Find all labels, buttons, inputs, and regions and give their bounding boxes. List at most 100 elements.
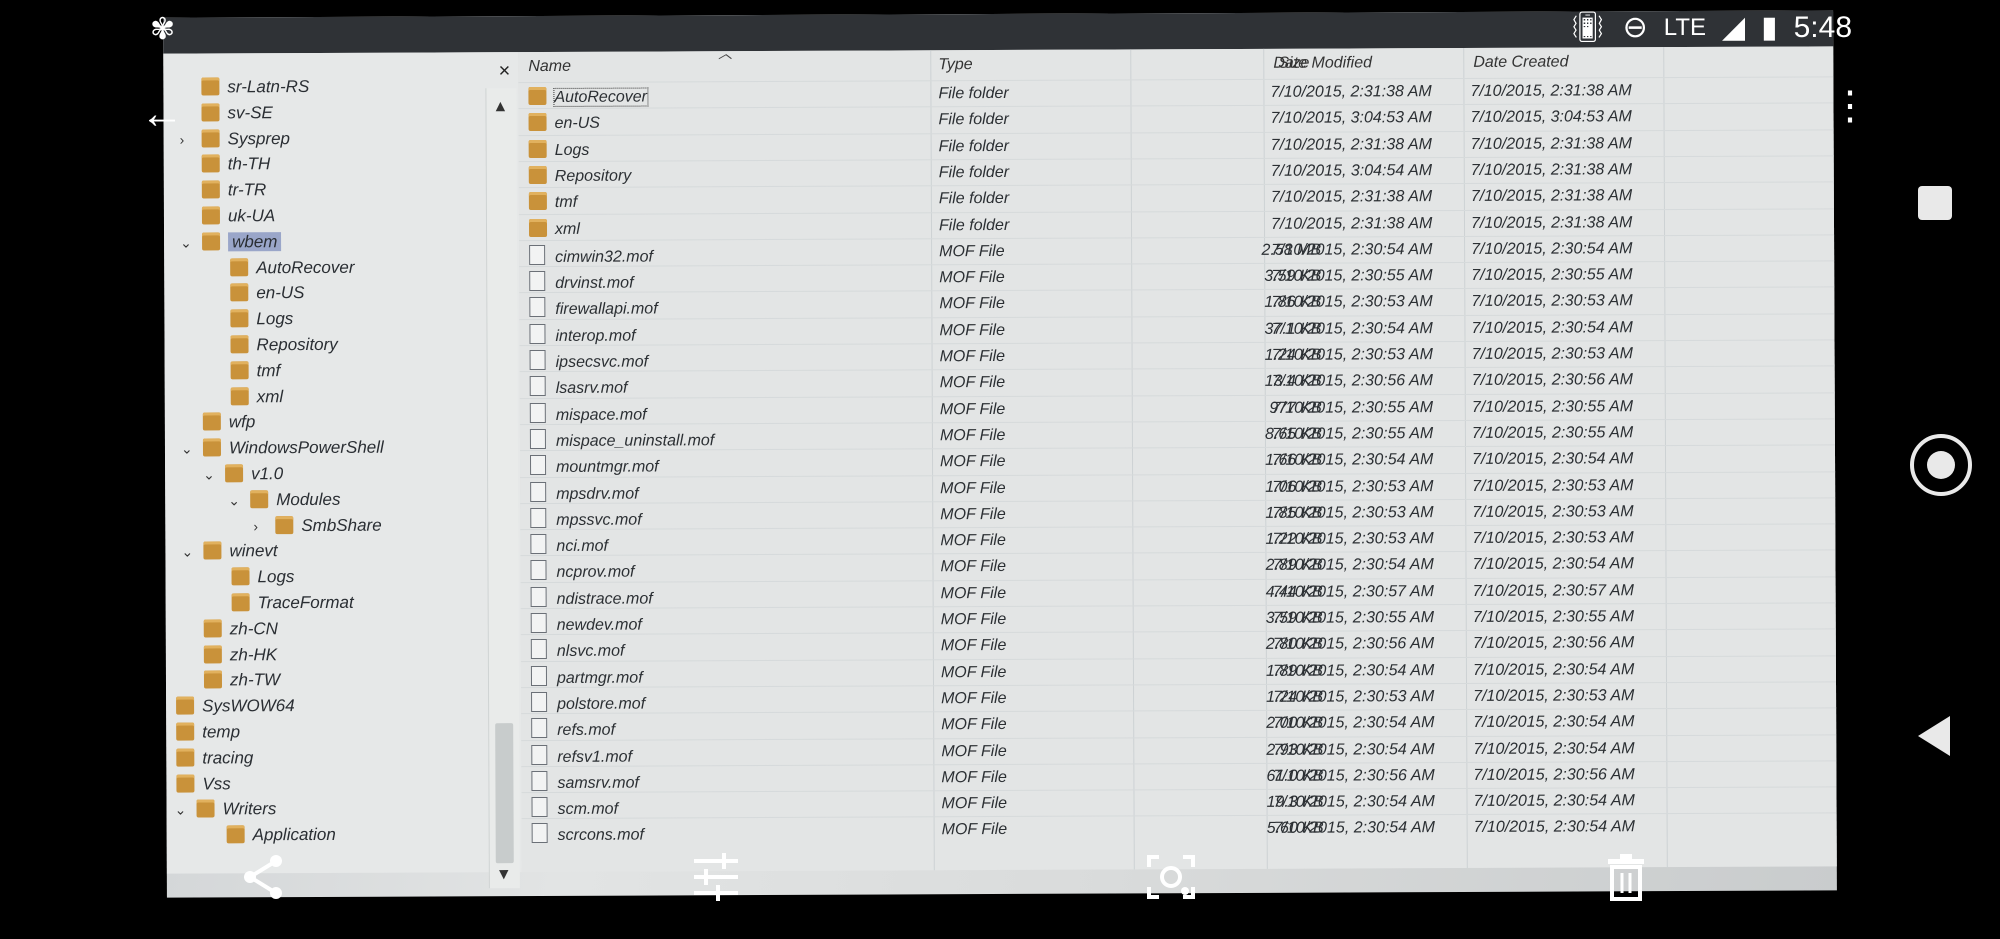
tune-icon[interactable] xyxy=(688,849,744,905)
file-name: partmgr.mof xyxy=(556,669,643,687)
date-modified-cell: 7/10/2015, 2:30:53 AM xyxy=(1271,346,1433,364)
close-icon[interactable]: × xyxy=(499,60,511,83)
tree-node[interactable]: zh-CN xyxy=(203,617,278,641)
share-icon[interactable] xyxy=(236,849,292,905)
arrow-left-icon[interactable]: ← xyxy=(140,92,184,136)
tree-node[interactable]: uk-UA xyxy=(201,204,275,228)
tree-node-label: zh-TW xyxy=(229,670,281,690)
chevron-right-icon[interactable]: › xyxy=(253,518,258,534)
dnd-icon: ⊖ xyxy=(1622,11,1648,44)
file-name-cell: refs.mof xyxy=(531,718,615,740)
scroll-up-icon[interactable]: ▲ xyxy=(492,98,508,116)
tree-node-label: zh-HK xyxy=(229,644,278,664)
tree-node[interactable]: Vss xyxy=(176,772,231,796)
folder-icon xyxy=(202,232,221,251)
tree-node[interactable]: tr-TR xyxy=(201,178,267,202)
file-name: ncprov.mof xyxy=(556,563,635,582)
tree-node-label: v1.0 xyxy=(251,464,284,484)
file-type-cell: MOF File xyxy=(940,479,1006,497)
folder-icon xyxy=(528,165,547,184)
chevron-down-icon[interactable]: ⌄ xyxy=(181,544,193,561)
date-created-cell: 7/10/2015, 2:30:54 AM xyxy=(1471,318,1633,337)
date-created-cell: 7/10/2015, 2:30:56 AM xyxy=(1473,766,1635,784)
date-modified-cell: 7/10/2015, 2:30:55 AM xyxy=(1271,267,1433,285)
folder-icon xyxy=(528,218,548,237)
chevron-down-icon[interactable]: ⌄ xyxy=(181,441,193,458)
date-created-cell: 7/10/2015, 2:30:54 AM xyxy=(1473,739,1635,758)
tree-scrollbar[interactable]: ▲ ▼ xyxy=(485,88,520,889)
tree-node[interactable]: Logs xyxy=(230,307,293,331)
file-name-cell: samsrv.mof xyxy=(531,770,639,792)
file-type-cell: File folder xyxy=(938,163,1010,182)
tree-node[interactable]: Repository xyxy=(230,333,338,357)
file-name: Repository xyxy=(554,167,632,185)
file-name: AutoRecover xyxy=(553,87,648,107)
tree-node-label: Repository xyxy=(256,334,338,355)
folder-icon xyxy=(203,644,222,664)
nav-back-icon[interactable] xyxy=(1918,716,1950,756)
date-modified-cell: 7/10/2015, 3:04:54 AM xyxy=(1270,162,1433,180)
tree-node[interactable]: Logs xyxy=(231,565,294,589)
date-created-cell: 7/10/2015, 2:30:55 AM xyxy=(1471,266,1633,285)
chevron-down-icon[interactable]: ⌄ xyxy=(175,802,187,819)
file-type-cell: MOF File xyxy=(940,610,1007,629)
tree-node[interactable]: wbem xyxy=(202,230,282,254)
tree-node[interactable]: SysWOW64 xyxy=(176,694,295,719)
status-bar: ✾ 📳︎ ⊖ LTE ◢ ▮ 5:48 xyxy=(0,0,2000,56)
tree-node[interactable]: AutoRecover xyxy=(230,255,355,280)
tree-node[interactable]: v1.0 xyxy=(225,462,283,486)
file-type-cell: MOF File xyxy=(940,637,1007,655)
date-modified-cell: 7/10/2015, 2:30:55 AM xyxy=(1271,425,1434,443)
file-name: refsv1.mof xyxy=(557,748,633,766)
tree-node-label: Logs xyxy=(256,309,294,329)
file-icon xyxy=(531,718,548,739)
date-created-cell: 7/10/2015, 2:30:54 AM xyxy=(1471,240,1633,258)
file-name-cell: mpssvc.mof xyxy=(530,507,642,529)
file-name: nci.mof xyxy=(556,537,609,556)
tree-node[interactable]: WindowsPowerShell xyxy=(202,436,384,461)
date-modified-cell: 7/10/2015, 2:30:55 AM xyxy=(1272,609,1435,627)
tree-node[interactable]: temp xyxy=(176,720,240,744)
tree-node[interactable]: Sysprep xyxy=(201,127,290,151)
date-created-cell: 7/10/2015, 2:30:55 AM xyxy=(1472,608,1635,626)
tree-node[interactable]: tracing xyxy=(176,746,253,770)
tree-node[interactable]: TraceFormat xyxy=(231,591,354,616)
trash-icon[interactable] xyxy=(1598,849,1654,905)
date-created-cell: 7/10/2015, 2:30:54 AM xyxy=(1472,660,1635,679)
tree-node[interactable]: wfp xyxy=(202,411,256,435)
tree-node[interactable]: sv-SE xyxy=(201,101,273,125)
tree-node[interactable]: zh-HK xyxy=(203,643,278,667)
tree-node-label: sr-Latn-RS xyxy=(227,77,310,97)
file-name-cell: ipsecsvc.mof xyxy=(529,349,649,373)
folder-icon xyxy=(176,774,195,793)
tree-node[interactable]: Modules xyxy=(250,488,340,512)
recents-icon[interactable] xyxy=(1918,186,1952,220)
file-type-cell: File folder xyxy=(938,190,1010,208)
tree-node[interactable]: tmf xyxy=(230,359,281,383)
tree-node[interactable]: zh-TW xyxy=(203,669,281,693)
file-name-cell: mispace.mof xyxy=(529,402,647,425)
file-name-cell: xml xyxy=(528,218,580,238)
chevron-down-icon[interactable]: ⌄ xyxy=(180,234,192,251)
chevron-down-icon[interactable]: ⌄ xyxy=(203,466,215,483)
folder-icon xyxy=(202,412,221,431)
tree-node[interactable]: th-TH xyxy=(201,153,271,177)
column-header-name[interactable]: Name xyxy=(528,52,571,82)
lens-icon[interactable] xyxy=(1143,849,1199,905)
date-created-cell: 7/10/2015, 2:30:54 AM xyxy=(1473,792,1635,811)
file-icon xyxy=(531,744,548,765)
tree-node[interactable]: xml xyxy=(230,385,284,409)
tree-node[interactable]: SmbShare xyxy=(275,513,382,537)
tree-node[interactable]: en-US xyxy=(230,281,305,305)
tree-node[interactable]: winevt xyxy=(203,540,278,564)
tree-node[interactable]: sr-Latn-RS xyxy=(201,75,309,99)
file-type-cell: MOF File xyxy=(940,584,1007,602)
folder-icon xyxy=(176,722,195,741)
date-modified-cell: 7/10/2015, 2:30:53 AM xyxy=(1272,530,1434,548)
date-created-cell: 7/10/2015, 2:30:53 AM xyxy=(1472,476,1634,495)
date-created-cell: 7/10/2015, 2:30:54 AM xyxy=(1471,450,1634,469)
more-vert-icon[interactable]: ⋮ xyxy=(1830,86,1870,126)
chevron-down-icon[interactable]: ⌄ xyxy=(228,492,240,509)
file-type-cell: MOF File xyxy=(939,400,1006,418)
home-icon[interactable] xyxy=(1910,434,1972,496)
